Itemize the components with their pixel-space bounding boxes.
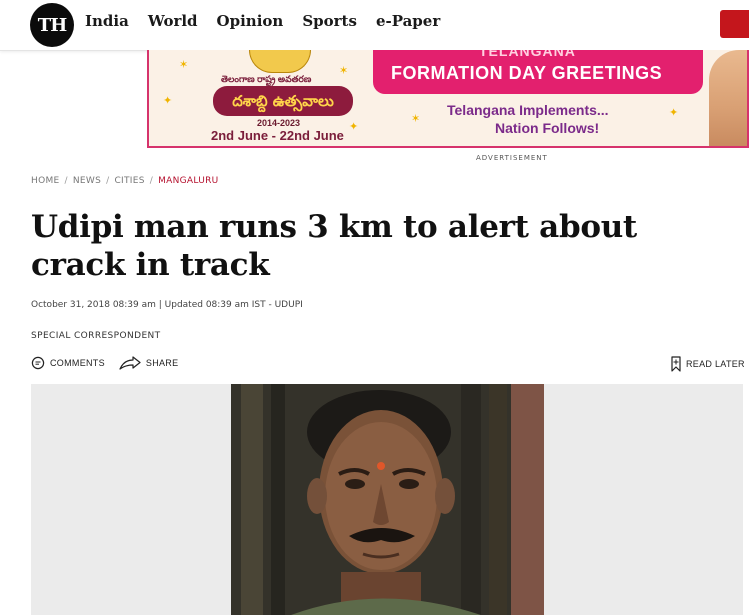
share-label: SHARE bbox=[145, 358, 179, 368]
ad-telugu-big: దశాబ్ది ఉత్సవాలు bbox=[213, 86, 353, 116]
ad-line-1: Telangana Implements... bbox=[447, 102, 609, 118]
comments-button[interactable]: COMMENTS bbox=[31, 356, 105, 370]
nav-india[interactable]: India bbox=[85, 12, 129, 30]
share-icon bbox=[119, 356, 141, 370]
article-title: Udipi man runs 3 km to alert about crack… bbox=[31, 209, 637, 283]
breadcrumb-separator: / bbox=[106, 176, 110, 186]
nav-epaper[interactable]: e-Paper bbox=[376, 12, 440, 30]
breadcrumb-separator: / bbox=[149, 176, 154, 186]
breadcrumb-home[interactable]: HOME bbox=[31, 176, 60, 186]
breadcrumb: HOME / NEWS / CITIES / MANGALURU bbox=[31, 176, 219, 186]
comments-label: COMMENTS bbox=[50, 358, 105, 368]
read-later-label: READ LATER bbox=[686, 359, 745, 369]
share-button[interactable]: SHARE bbox=[119, 356, 179, 370]
emblem-icon bbox=[249, 50, 311, 73]
ad-top-word: TELANGANA bbox=[479, 50, 576, 59]
star-icon: ✦ bbox=[349, 121, 359, 133]
article-photo[interactable] bbox=[231, 384, 544, 615]
star-icon: ✶ bbox=[411, 113, 421, 125]
site-logo[interactable]: TH bbox=[30, 3, 74, 47]
ad-dates: 2nd June - 22nd June bbox=[211, 128, 344, 143]
bookmark-icon bbox=[671, 356, 681, 372]
star-icon: ✶ bbox=[339, 65, 349, 77]
ad-years: 2014-2023 bbox=[257, 118, 301, 128]
breadcrumb-separator: / bbox=[64, 176, 68, 186]
nav-world[interactable]: World bbox=[148, 12, 198, 30]
breadcrumb-news[interactable]: NEWS bbox=[73, 176, 101, 186]
nav-opinion[interactable]: Opinion bbox=[217, 12, 284, 30]
ad-title: FORMATION DAY GREETINGS bbox=[391, 63, 663, 83]
comment-icon bbox=[31, 356, 45, 370]
star-icon: ✦ bbox=[163, 95, 173, 107]
article-actions: COMMENTS SHARE bbox=[31, 356, 192, 370]
ad-line-2: Nation Follows! bbox=[495, 120, 600, 136]
star-icon: ✶ bbox=[179, 59, 189, 71]
portrait-image bbox=[231, 384, 544, 615]
nav-sports[interactable]: Sports bbox=[302, 12, 357, 30]
breadcrumb-cities[interactable]: CITIES bbox=[114, 176, 144, 186]
ad-banner[interactable]: ✶ ✦ ✶ ✦ తెలంగాణ రాష్ట్ర అవతరణ దశాబ్ది ఉత… bbox=[147, 50, 749, 148]
ad-left-panel: ✶ ✦ ✶ ✦ తెలంగాణ రాష్ట్ర అవతరణ దశాబ్ది ఉత… bbox=[149, 50, 369, 146]
article-dateline: October 31, 2018 08:39 am | Updated 08:3… bbox=[31, 300, 303, 310]
breadcrumb-mangaluru[interactable]: MANGALURU bbox=[158, 176, 218, 186]
star-icon: ✦ bbox=[669, 107, 679, 119]
ad-person-image bbox=[709, 50, 747, 146]
read-later-button[interactable]: READ LATER bbox=[670, 356, 745, 372]
ad-label: ADVERTISEMENT bbox=[476, 154, 548, 162]
main-nav: India World Opinion Sports e-Paper bbox=[85, 12, 459, 30]
site-header: TH India World Opinion Sports e-Paper bbox=[0, 0, 749, 51]
article-author[interactable]: SPECIAL CORRESPONDENT bbox=[31, 331, 161, 341]
subscribe-button[interactable] bbox=[720, 10, 749, 38]
